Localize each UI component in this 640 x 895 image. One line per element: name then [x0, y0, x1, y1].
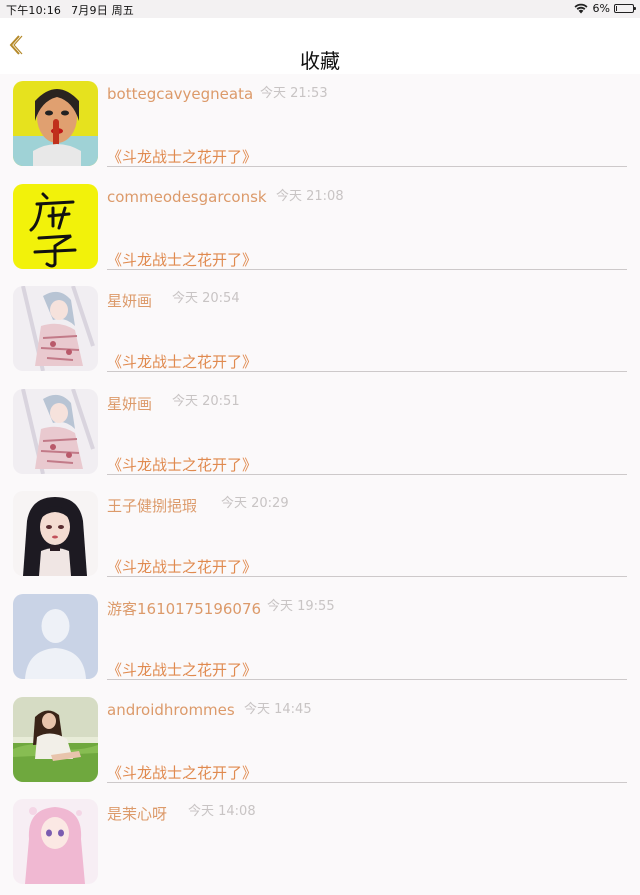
default-user-icon [13, 593, 98, 679]
avatar[interactable] [13, 491, 98, 577]
username: 王子健捌挹瑕 [107, 497, 198, 516]
timestamp: 今天 19:55 [267, 598, 335, 614]
book-title-link[interactable]: 《斗龙战士之花开了》 [107, 454, 257, 475]
wifi-icon [574, 3, 588, 14]
navigation-bar: 收藏 [0, 18, 640, 74]
page-title: 收藏 [300, 49, 340, 73]
user-avatar-image [13, 388, 98, 474]
avatar[interactable] [13, 593, 98, 679]
username: 是茉心呀 [107, 805, 168, 824]
list-item[interactable]: 星妍画 今天 20:54 《斗龙战士之花开了》 [0, 279, 640, 382]
status-right: 6% [574, 2, 636, 15]
divider [107, 473, 627, 475]
avatar[interactable] [13, 799, 98, 885]
user-avatar-image [13, 799, 98, 885]
username: 星妍画 [107, 394, 153, 413]
username: bottegcavyegneata [107, 85, 254, 103]
divider [107, 576, 627, 578]
list-item[interactable]: 星妍画 今天 20:51 《斗龙战士之花开了》 [0, 382, 640, 485]
favorites-list: bottegcavyegneata 今天 21:53 《斗龙战士之花开了》 co… [0, 74, 640, 895]
book-title-link[interactable]: 《斗龙战士之花开了》 [107, 249, 257, 270]
user-avatar-image [13, 696, 98, 782]
divider [107, 166, 627, 167]
book-title-link[interactable]: 《斗龙战士之花开了》 [107, 762, 257, 783]
list-item[interactable]: commeodesgarconsk 今天 21:08 《斗龙战士之花开了》 [0, 177, 640, 280]
avatar[interactable] [13, 81, 98, 166]
list-item[interactable]: 游客1610175196076 今天 19:55 《斗龙战士之花开了》 [0, 587, 640, 690]
divider [107, 781, 627, 783]
status-date: 7月9日 周五 [71, 4, 135, 17]
timestamp: 今天 14:45 [244, 701, 312, 717]
list-item[interactable]: 是茉心呀 今天 14:08 [0, 792, 640, 895]
book-title-link[interactable]: 《斗龙战士之花开了》 [107, 659, 257, 680]
status-left: 下午10:16 7月9日 周五 [6, 2, 144, 18]
username: androidhrommes [107, 700, 235, 719]
status-time: 下午10:16 [6, 4, 62, 17]
divider [107, 268, 627, 270]
timestamp: 今天 21:53 [260, 86, 328, 101]
username: commeodesgarconsk [107, 187, 267, 206]
timestamp: 今天 20:29 [221, 496, 289, 512]
book-title-link[interactable]: 《斗龙战士之花开了》 [107, 146, 257, 167]
username: 星妍画 [107, 292, 153, 311]
avatar[interactable] [13, 388, 98, 474]
battery-percent: 6% [592, 2, 610, 15]
divider [107, 371, 627, 373]
avatar[interactable] [13, 286, 98, 372]
username: 游客1610175196076 [107, 599, 262, 618]
list-item[interactable]: bottegcavyegneata 今天 21:53 《斗龙战士之花开了》 [0, 74, 640, 177]
book-title-link[interactable]: 《斗龙战士之花开了》 [107, 351, 257, 372]
user-avatar-image [13, 286, 98, 372]
user-avatar-image [13, 183, 98, 269]
divider [107, 678, 627, 680]
timestamp: 今天 14:08 [188, 804, 256, 820]
list-item[interactable]: androidhrommes 今天 14:45 《斗龙战士之花开了》 [0, 690, 640, 793]
avatar[interactable] [13, 696, 98, 782]
book-title-link[interactable]: 《斗龙战士之花开了》 [107, 556, 257, 577]
list-item[interactable]: 王子健捌挹瑕 今天 20:29 《斗龙战士之花开了》 [0, 484, 640, 587]
status-bar: 下午10:16 7月9日 周五 6% [0, 0, 640, 18]
user-avatar-image [13, 491, 98, 577]
timestamp: 今天 21:08 [276, 188, 344, 204]
battery-level [616, 6, 617, 11]
user-avatar-image [13, 81, 98, 166]
timestamp: 今天 20:54 [172, 291, 240, 307]
timestamp: 今天 20:51 [172, 393, 240, 409]
battery-icon [614, 4, 636, 13]
avatar[interactable] [13, 183, 98, 269]
